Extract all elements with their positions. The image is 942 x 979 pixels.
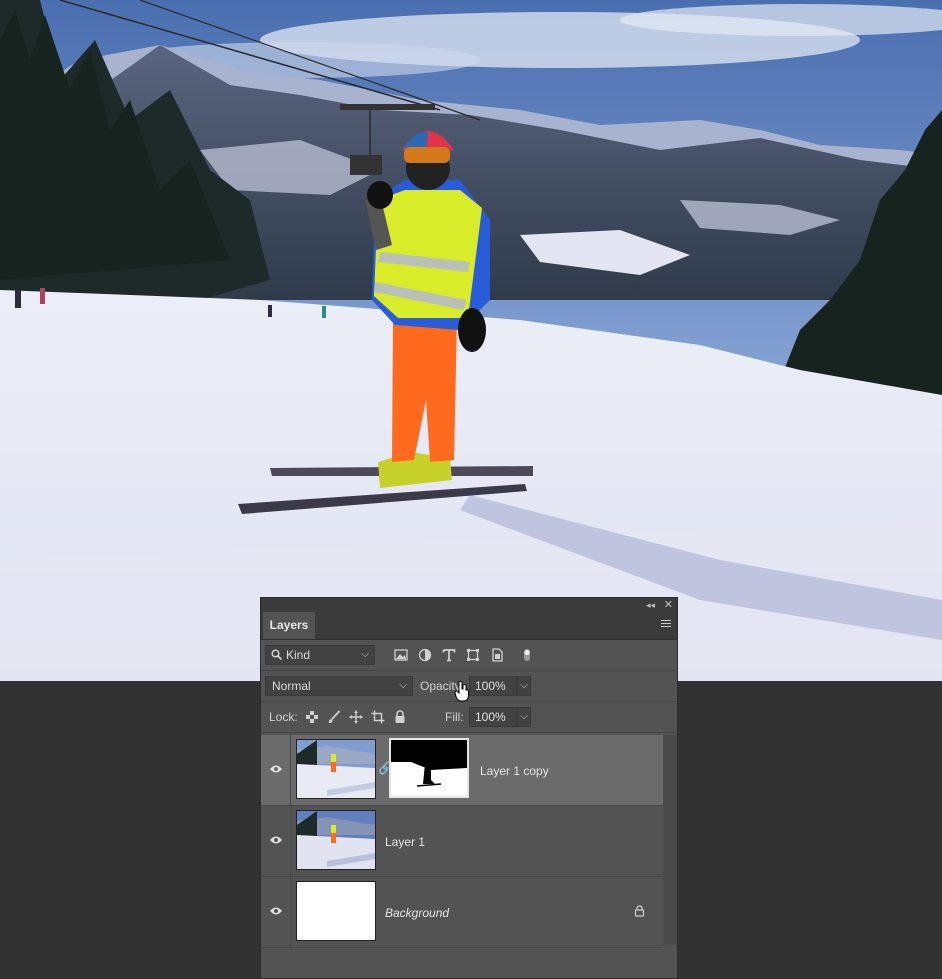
lock-all-icon[interactable] [393, 710, 407, 724]
lock-position-icon[interactable] [349, 710, 363, 724]
layer-row-layer-1[interactable]: Layer 1 [261, 806, 663, 877]
opacity-dropdown-button[interactable]: ⌵ [517, 676, 531, 696]
tab-layers[interactable]: Layers [263, 612, 315, 639]
filter-row: Kind ⌵ [261, 640, 677, 671]
eye-icon[interactable] [269, 835, 283, 845]
chevron-down-icon: ⌵ [361, 649, 369, 660]
lock-label: Lock: [269, 710, 298, 724]
layer-list: 🔗 Layer 1 copy Layer 1 Background [261, 735, 663, 948]
lock-image-pixels-icon[interactable] [327, 710, 341, 724]
lock-artboard-icon[interactable] [371, 710, 385, 724]
lock-transparent-pixels-icon[interactable] [305, 710, 319, 724]
layer-mask-thumbnail[interactable] [389, 738, 469, 798]
shape-filter-icon[interactable] [466, 648, 480, 662]
panel-menu-icon[interactable] [661, 620, 671, 629]
layer-row-layer-1-copy[interactable]: 🔗 Layer 1 copy [261, 735, 663, 806]
document-canvas[interactable] [0, 0, 942, 681]
image-filter-icon[interactable] [394, 648, 408, 662]
visibility-column [261, 806, 291, 876]
layers-panel: ◂◂ ✕ Layers Kind ⌵ Normal ⌵ Opacity: 100… [260, 597, 678, 979]
type-filter-icon[interactable] [442, 648, 456, 662]
layer-name[interactable]: Background [385, 906, 449, 920]
eye-icon[interactable] [269, 764, 283, 774]
layer-name[interactable]: Layer 1 copy [480, 764, 549, 778]
kind-filter-value: Kind [286, 648, 311, 662]
lock-row: Lock: Fill: 100% ⌵ [261, 702, 677, 733]
layer-thumbnail[interactable] [296, 739, 376, 799]
fill-input[interactable]: 100% [469, 707, 517, 727]
hand-cursor-icon [454, 680, 469, 702]
layer-thumbnail[interactable] [296, 881, 376, 941]
close-panel-icon[interactable]: ✕ [664, 598, 673, 612]
eye-icon[interactable] [269, 906, 283, 916]
filter-toggle-icon[interactable] [523, 648, 531, 662]
search-icon [271, 649, 282, 660]
adjustment-filter-icon[interactable] [418, 648, 432, 662]
smart-object-filter-icon[interactable] [490, 648, 504, 662]
lock-icon[interactable] [634, 905, 645, 917]
layer-name[interactable]: Layer 1 [385, 835, 425, 849]
visibility-column [261, 877, 291, 947]
layer-list-scrollbar[interactable] [663, 735, 677, 945]
blend-mode-select[interactable]: Normal ⌵ [265, 676, 413, 696]
ski-photo [0, 0, 942, 681]
fill-label: Fill: [445, 710, 464, 724]
panel-titlebar: ◂◂ ✕ [261, 598, 677, 612]
kind-filter-select[interactable]: Kind ⌵ [265, 645, 375, 665]
visibility-column [261, 735, 291, 805]
layer-row-background[interactable]: Background [261, 877, 663, 948]
opacity-input[interactable]: 100% [469, 676, 517, 696]
collapse-panel-icon[interactable]: ◂◂ [646, 598, 655, 612]
fill-dropdown-button[interactable]: ⌵ [517, 707, 531, 727]
chevron-down-icon: ⌵ [399, 680, 407, 691]
panel-tabbar: Layers [261, 612, 677, 640]
layer-thumbnail[interactable] [296, 810, 376, 870]
blend-mode-value: Normal [272, 679, 311, 693]
